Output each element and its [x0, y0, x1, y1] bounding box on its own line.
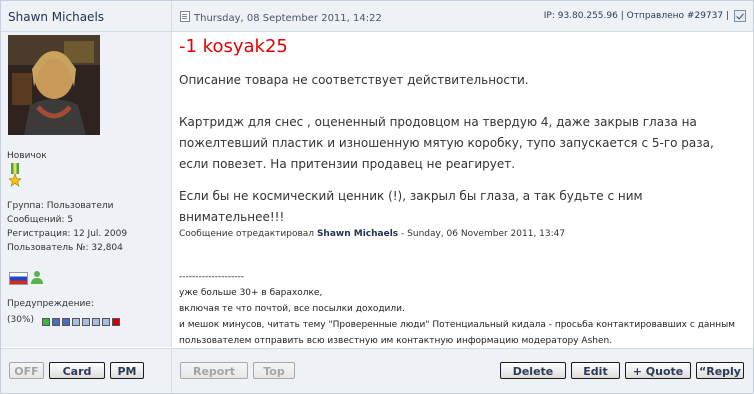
delete-button[interactable]: Delete [500, 362, 566, 379]
medal-star-icon [9, 163, 21, 187]
warning-cell [102, 318, 110, 326]
warning-bar [42, 318, 120, 326]
off-button[interactable]: OFF [9, 362, 44, 379]
warning-cell [82, 318, 90, 326]
document-icon [180, 11, 190, 22]
warning-cell [112, 318, 120, 326]
post-number-link[interactable]: #29737 [687, 11, 723, 21]
post-ip: IP: 93.80.255.96 [543, 11, 618, 21]
warning-cell [72, 318, 80, 326]
report-button[interactable]: Report [180, 362, 248, 379]
warning-label: Предупреждение: [7, 299, 94, 309]
user-registered: Регистрация: 12 Jul. 2009 [7, 229, 128, 239]
post-header: Thursday, 08 September 2011, 14:22 IP: 9… [172, 1, 753, 32]
signature-line: включая те что почтой, все посылки доход… [179, 304, 405, 314]
card-button[interactable]: Card [49, 362, 105, 379]
post-meta: IP: 93.80.255.96 | Отправлено #29737 | [543, 11, 729, 21]
warning-cell [62, 318, 70, 326]
forum-post: Shawn Michaels Thursday, 08 September 20… [0, 0, 754, 394]
user-actions: OFF Card PM [1, 348, 172, 393]
signature-line: уже больше 30+ в барахолке, [179, 288, 323, 298]
quote-button[interactable]: + Quote [625, 362, 691, 379]
post-date: Thursday, 08 September 2011, 14:22 [180, 11, 382, 24]
edit-note: Сообщение отредактировал Shawn Michaels … [179, 229, 566, 239]
edit-author[interactable]: Shawn Michaels [317, 229, 398, 239]
user-posts: Сообщений: 5 [7, 215, 74, 225]
warning-value: (30%) [7, 315, 35, 325]
post-actions: Report Top Delete Edit + Quote “Reply [172, 348, 753, 393]
russia-flag-icon [9, 272, 28, 285]
signature-line: и мешок минусов, читать тему "Проверенны… [179, 320, 736, 346]
top-button[interactable]: Top [253, 362, 295, 379]
checkbox-icon[interactable] [734, 10, 746, 22]
warning-cell [92, 318, 100, 326]
reply-button[interactable]: “Reply [696, 362, 744, 379]
pm-button[interactable]: PM [110, 362, 144, 379]
user-group: Группа: Пользователи [7, 201, 114, 211]
signature-separator: -------------------- [179, 272, 244, 282]
avatar[interactable] [8, 35, 100, 135]
warning-cell [42, 318, 50, 326]
user-id: Пользователь №: 32,804 [7, 243, 123, 253]
post-title: -1 kosyak25 [179, 36, 288, 57]
edit-button[interactable]: Edit [571, 362, 620, 379]
user-rank: Новичок [7, 151, 47, 161]
user-icon [31, 271, 43, 284]
author-header: Shawn Michaels [1, 1, 172, 32]
post-paragraph: Описание товара не соответствует действи… [179, 73, 529, 87]
post-paragraph: Если бы не космический ценник (!), закры… [179, 189, 643, 224]
post-paragraph: Картридж для снес , оцененный продовцом … [179, 115, 714, 171]
post-sent-label: Отправлено [626, 11, 685, 21]
warning-cell [52, 318, 60, 326]
user-sidebar: Новичок Группа: Пользователи Сообщений: … [1, 32, 172, 347]
author-name[interactable]: Shawn Michaels [8, 10, 104, 24]
